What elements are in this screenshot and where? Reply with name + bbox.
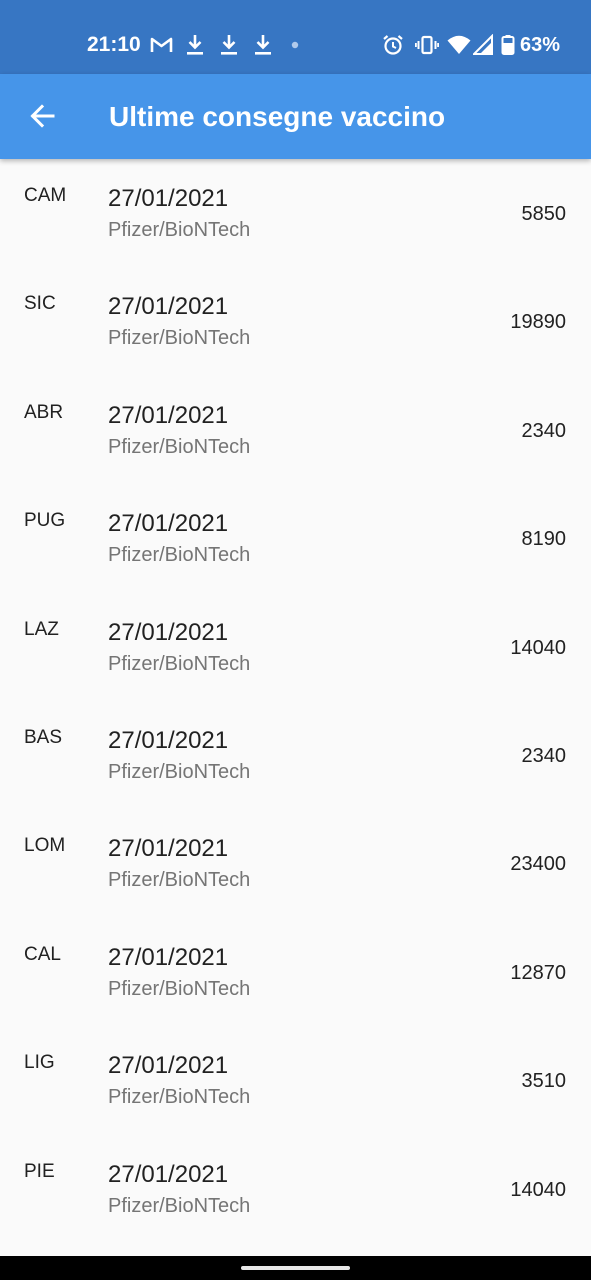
home-gesture-handle[interactable] bbox=[241, 1266, 350, 1270]
dose-quantity: 14040 bbox=[510, 1178, 566, 1201]
delivery-date: 27/01/2021 bbox=[108, 401, 229, 429]
deliveries-list: CAM 27/01/2021 Pfizer/BioNTech 5850 SIC … bbox=[0, 159, 591, 1243]
list-item[interactable]: LAZ 27/01/2021 Pfizer/BioNTech 14040 bbox=[0, 593, 591, 701]
delivery-date: 27/01/2021 bbox=[108, 510, 229, 538]
dose-quantity: 2340 bbox=[521, 744, 567, 767]
dose-quantity: 2340 bbox=[521, 419, 567, 442]
region-code: LIG bbox=[24, 1052, 55, 1074]
navigation-bar bbox=[0, 1256, 591, 1280]
dose-quantity: 14040 bbox=[510, 636, 566, 659]
vaccine-supplier: Pfizer/BioNTech bbox=[108, 435, 251, 458]
vibrate-icon bbox=[415, 34, 439, 56]
vaccine-supplier: Pfizer/BioNTech bbox=[108, 869, 251, 892]
signal-icon bbox=[473, 34, 493, 56]
delivery-date: 27/01/2021 bbox=[108, 943, 229, 971]
vaccine-supplier: Pfizer/BioNTech bbox=[108, 327, 251, 350]
delivery-date: 27/01/2021 bbox=[108, 835, 229, 863]
list-item[interactable]: PIE 27/01/2021 Pfizer/BioNTech 14040 bbox=[0, 1135, 591, 1243]
list-item[interactable]: LIG 27/01/2021 Pfizer/BioNTech 3510 bbox=[0, 1026, 591, 1134]
vaccine-supplier: Pfizer/BioNTech bbox=[108, 652, 251, 675]
region-code: LOM bbox=[24, 835, 66, 857]
list-item[interactable]: LOM 27/01/2021 Pfizer/BioNTech 23400 bbox=[0, 809, 591, 917]
dose-quantity: 19890 bbox=[510, 311, 566, 334]
region-code: ABR bbox=[24, 401, 64, 423]
vaccine-supplier: Pfizer/BioNTech bbox=[108, 760, 251, 783]
wifi-icon bbox=[447, 34, 471, 56]
delivery-date: 27/01/2021 bbox=[108, 1052, 229, 1080]
dose-quantity: 12870 bbox=[510, 961, 566, 984]
vaccine-supplier: Pfizer/BioNTech bbox=[108, 219, 251, 241]
region-code: SIC bbox=[24, 293, 56, 315]
delivery-date: 27/01/2021 bbox=[108, 726, 229, 754]
vaccine-supplier: Pfizer/BioNTech bbox=[108, 977, 251, 1000]
status-bar: 21:10 63% bbox=[0, 0, 591, 74]
vaccine-supplier: Pfizer/BioNTech bbox=[108, 1194, 251, 1217]
region-code: PUG bbox=[24, 510, 66, 532]
dose-quantity: 23400 bbox=[510, 853, 566, 876]
region-code: PIE bbox=[24, 1160, 55, 1182]
gmail-icon bbox=[150, 34, 173, 56]
app-bar: Ultime consegne vaccino bbox=[0, 74, 591, 159]
page-title: Ultime consegne vaccino bbox=[109, 101, 446, 132]
battery-icon bbox=[501, 34, 515, 56]
download-icon bbox=[254, 34, 272, 56]
status-time: 21:10 bbox=[87, 33, 141, 56]
region-code: CAL bbox=[24, 943, 61, 965]
alarm-icon bbox=[382, 34, 404, 56]
delivery-date: 27/01/2021 bbox=[108, 293, 229, 321]
dose-quantity: 5850 bbox=[521, 203, 567, 225]
region-code: CAM bbox=[24, 185, 67, 206]
list-item[interactable]: BAS 27/01/2021 Pfizer/BioNTech 2340 bbox=[0, 701, 591, 809]
list-item[interactable]: CAM 27/01/2021 Pfizer/BioNTech 5850 bbox=[0, 159, 591, 267]
delivery-date: 27/01/2021 bbox=[108, 185, 229, 212]
delivery-date: 27/01/2021 bbox=[108, 1160, 229, 1188]
region-code: BAS bbox=[24, 726, 63, 748]
download-icon bbox=[186, 34, 204, 56]
delivery-date: 27/01/2021 bbox=[108, 618, 229, 646]
list-item[interactable]: SIC 27/01/2021 Pfizer/BioNTech 19890 bbox=[0, 267, 591, 375]
dose-quantity: 8190 bbox=[521, 528, 567, 551]
download-icon bbox=[220, 34, 238, 56]
vaccine-supplier: Pfizer/BioNTech bbox=[108, 1086, 251, 1109]
battery-percentage: 63% bbox=[520, 34, 561, 56]
vaccine-supplier: Pfizer/BioNTech bbox=[108, 544, 251, 567]
back-button[interactable] bbox=[20, 96, 64, 140]
region-code: LAZ bbox=[24, 618, 59, 640]
notification-dot-icon bbox=[290, 34, 300, 56]
list-item[interactable]: CAL 27/01/2021 Pfizer/BioNTech 12870 bbox=[0, 918, 591, 1026]
list-item[interactable]: ABR 27/01/2021 Pfizer/BioNTech 2340 bbox=[0, 376, 591, 484]
arrow-left-icon bbox=[29, 103, 55, 134]
list-item[interactable]: PUG 27/01/2021 Pfizer/BioNTech 8190 bbox=[0, 484, 591, 592]
dose-quantity: 3510 bbox=[521, 1070, 567, 1093]
